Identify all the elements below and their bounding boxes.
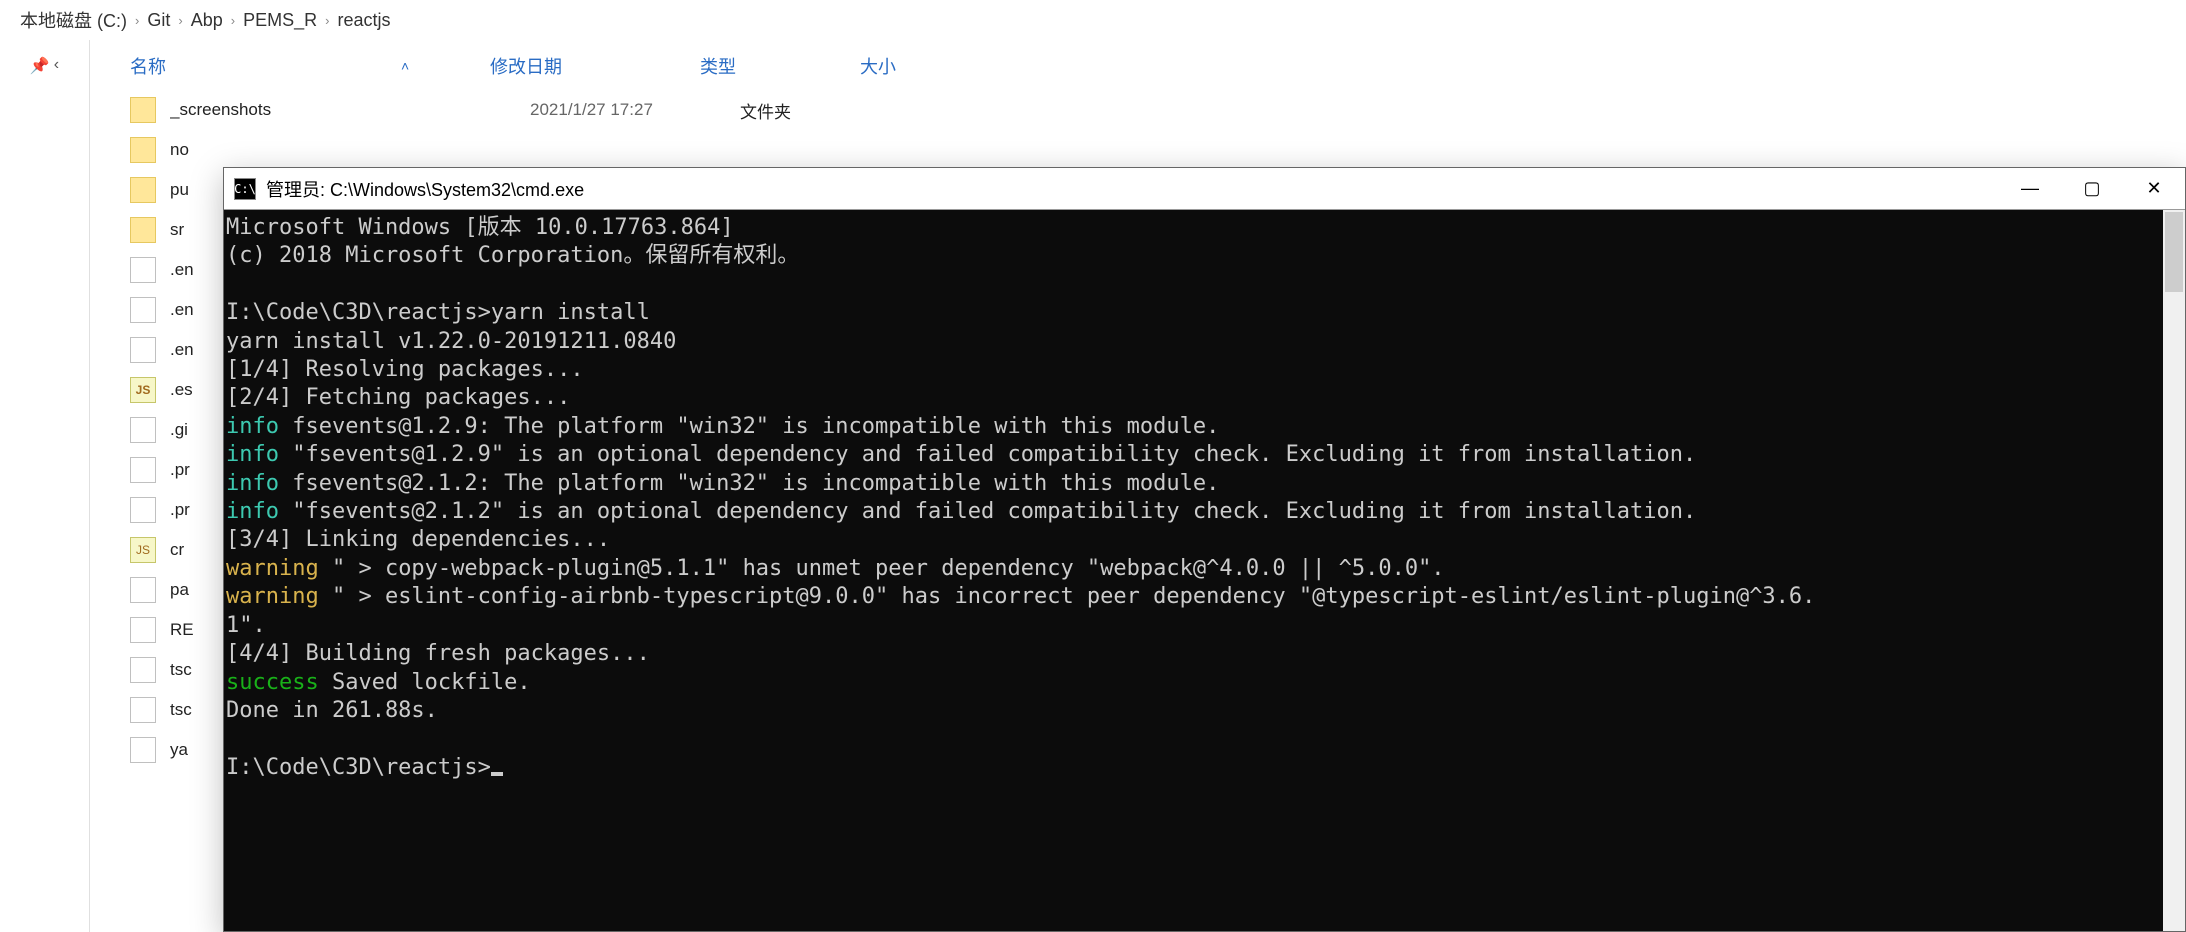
terminal-line: [3/4] Linking dependencies... [226,526,2183,554]
terminal-line: [2/4] Fetching packages... [226,384,2183,412]
chevron-right-icon: › [231,13,235,28]
terminal-info-label: info [226,414,279,439]
terminal-line: Microsoft Windows [版本 10.0.17763.864] [226,214,2183,242]
terminal-line [226,725,2183,753]
folder-icon [130,97,156,123]
terminal-line: warning " > eslint-config-airbnb-typescr… [226,583,2183,611]
column-type[interactable]: 类型 [700,53,860,79]
terminal-line: info "fsevents@2.1.2" is an optional dep… [226,498,2183,526]
chevron-left-icon[interactable]: ‹ [54,56,59,76]
doc-icon [130,457,156,483]
doc-icon [130,577,156,603]
terminal-prompt: I:\Code\C3D\reactjs> [226,755,491,780]
terminal-warning-label: warning [226,556,319,581]
doc-icon [130,737,156,763]
terminal-success-label: success [226,670,319,695]
terminal-line-text: " > eslint-config-airbnb-typescript@9.0.… [319,584,1816,609]
maximize-button[interactable]: ▢ [2061,168,2123,209]
terminal-line [226,271,2183,299]
terminal-line-text: "fsevents@2.1.2" is an optional dependen… [279,499,1696,524]
file-row[interactable]: _screenshots2021/1/27 17:27文件夹 [130,90,2186,130]
pin-icon: 📌 [30,56,50,76]
folder-icon [130,137,156,163]
terminal-warning-label: warning [226,584,319,609]
terminal-line: Done in 261.88s. [226,697,2183,725]
terminal-line: (c) 2018 Microsoft Corporation。保留所有权利。 [226,242,2183,270]
column-name-label: 名称 [130,57,166,77]
terminal-line: info fsevents@2.1.2: The platform "win32… [226,470,2183,498]
file-name: no [170,140,530,160]
file-name: _screenshots [170,100,530,120]
terminal-info-label: info [226,499,279,524]
terminal-line: warning " > copy-webpack-plugin@5.1.1" h… [226,555,2183,583]
chevron-right-icon: › [325,13,329,28]
terminal-info-label: info [226,442,279,467]
terminal-info-label: info [226,471,279,496]
cmd-title: 管理员: C:\Windows\System32\cmd.exe [266,176,1999,202]
folder-icon [130,217,156,243]
terminal-line-text: "fsevents@1.2.9" is an optional dependen… [279,442,1696,467]
file-type: 文件夹 [740,98,900,123]
breadcrumb-segment[interactable]: PEMS_R [243,10,317,31]
column-modified[interactable]: 修改日期 [490,53,700,79]
doc-icon [130,257,156,283]
breadcrumb-segment[interactable]: 本地磁盘 (C:) [20,7,127,33]
terminal-line: [4/4] Building fresh packages... [226,640,2183,668]
breadcrumb-segment[interactable]: Git [147,10,170,31]
doc-icon [130,337,156,363]
craco-icon: JS [130,537,156,563]
cmd-terminal[interactable]: Microsoft Windows [版本 10.0.17763.864](c)… [224,210,2185,931]
terminal-line-text: " > copy-webpack-plugin@5.1.1" has unmet… [319,556,1445,581]
eslint-icon: JS [130,377,156,403]
column-headers[interactable]: 名称 ˄ 修改日期 类型 大小 [130,44,2186,88]
nav-pane[interactable]: 📌 ‹ [0,40,90,932]
cmd-window[interactable]: C:\ 管理员: C:\Windows\System32\cmd.exe — ▢… [223,167,2186,932]
breadcrumb-segment[interactable]: reactjs [337,10,390,31]
terminal-line: success Saved lockfile. [226,669,2183,697]
terminal-line: I:\Code\C3D\reactjs>yarn install [226,299,2183,327]
sort-ascending-icon: ˄ [401,58,409,74]
scrollbar[interactable] [2163,210,2185,931]
terminal-line-text: fsevents@2.1.2: The platform "win32" is … [279,471,1219,496]
terminal-line: yarn install v1.22.0-20191211.0840 [226,328,2183,356]
terminal-line: 1". [226,612,2183,640]
terminal-line: info "fsevents@1.2.9" is an optional dep… [226,441,2183,469]
terminal-cursor [491,772,503,776]
breadcrumb-segment[interactable]: Abp [191,10,223,31]
doc-icon [130,417,156,443]
chevron-right-icon: › [178,13,182,28]
doc-icon [130,697,156,723]
folder-icon [130,177,156,203]
doc-icon [130,297,156,323]
cmd-app-icon: C:\ [234,178,256,200]
cmd-titlebar[interactable]: C:\ 管理员: C:\Windows\System32\cmd.exe — ▢… [224,168,2185,210]
terminal-line-text: Saved lockfile. [319,670,531,695]
doc-icon [130,617,156,643]
close-button[interactable]: ✕ [2123,168,2185,209]
terminal-line-text: fsevents@1.2.9: The platform "win32" is … [279,414,1219,439]
column-size[interactable]: 大小 [860,53,980,79]
file-date: 2021/1/27 17:27 [530,100,740,120]
scrollbar-thumb[interactable] [2165,212,2183,292]
file-row[interactable]: no [130,130,2186,170]
doc-icon [130,657,156,683]
chevron-right-icon: › [135,13,139,28]
breadcrumb[interactable]: 本地磁盘 (C:) › Git › Abp › PEMS_R › reactjs [0,0,2186,40]
minimize-button[interactable]: — [1999,168,2061,209]
terminal-line: info fsevents@1.2.9: The platform "win32… [226,413,2183,441]
terminal-line: I:\Code\C3D\reactjs> [226,754,2183,782]
terminal-line: [1/4] Resolving packages... [226,356,2183,384]
column-name[interactable]: 名称 ˄ [130,53,490,79]
doc-icon [130,497,156,523]
